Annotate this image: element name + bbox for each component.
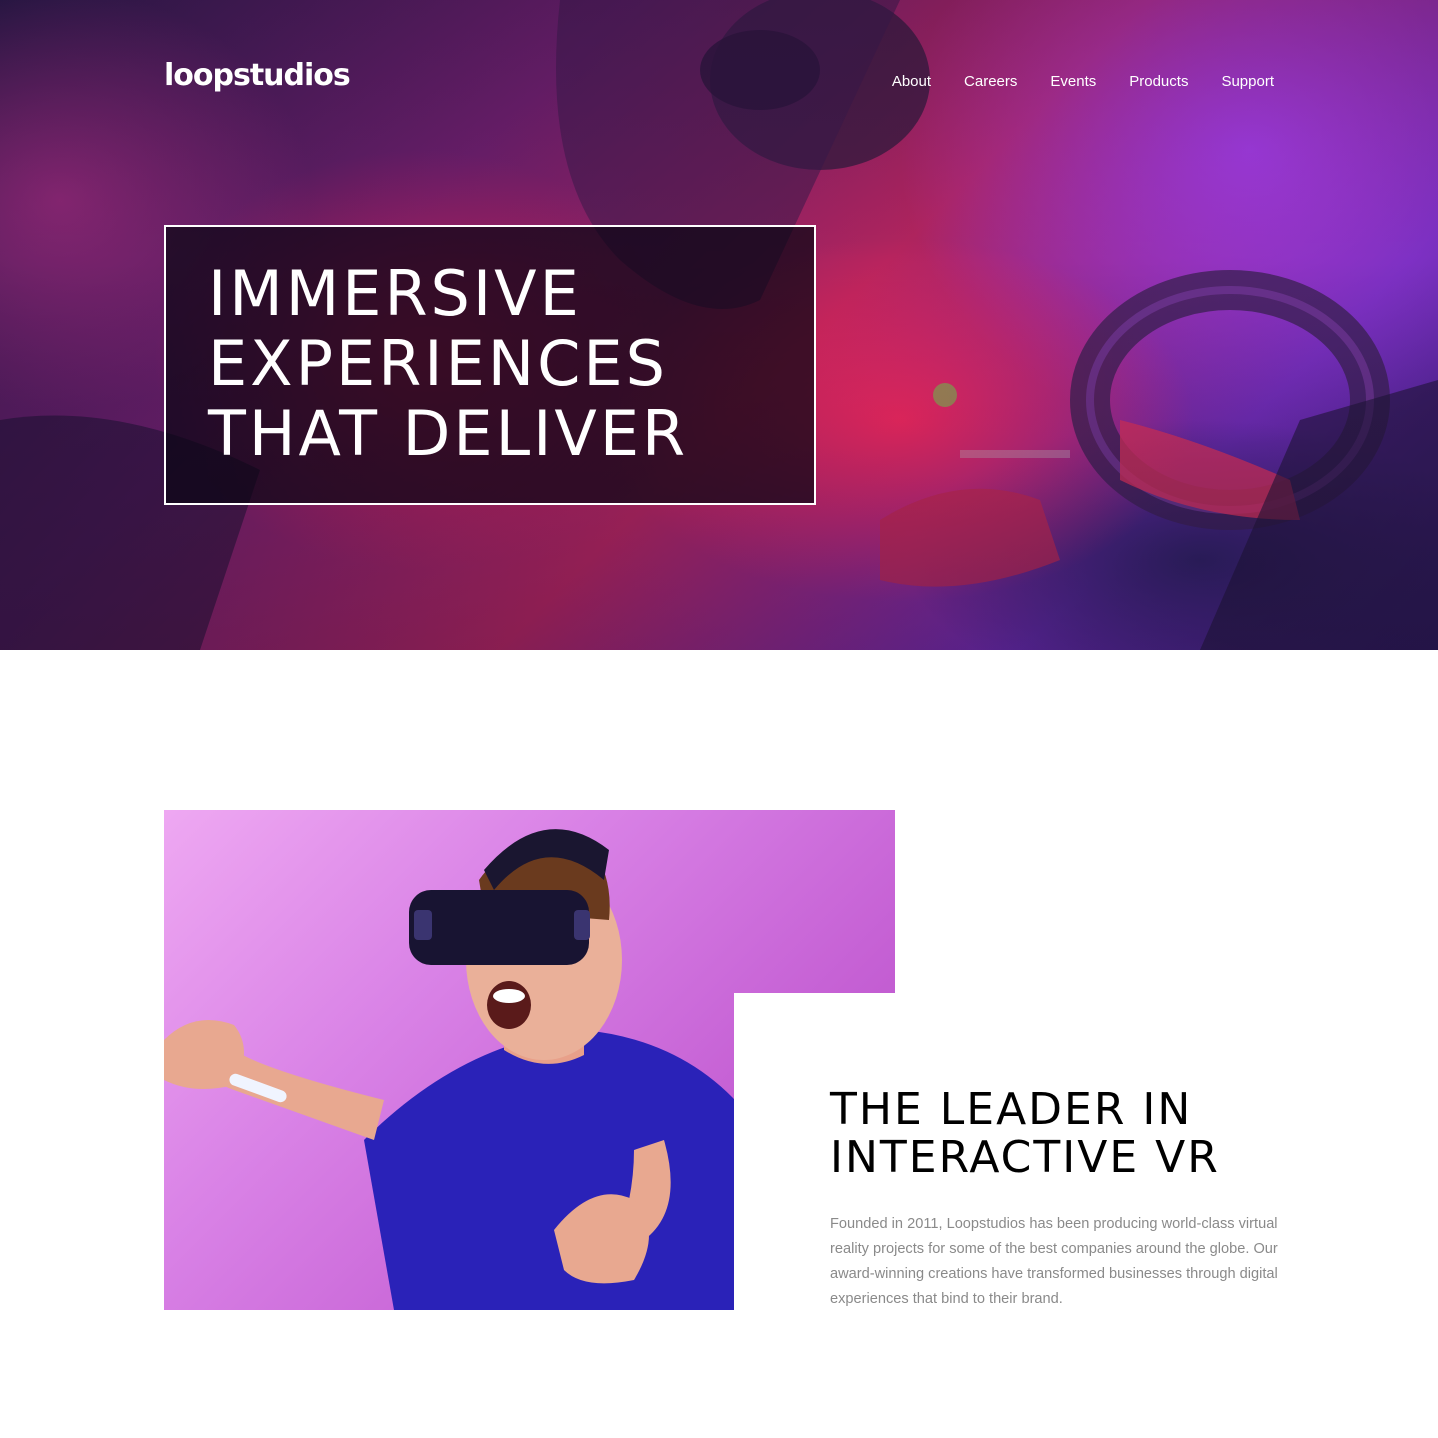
- hero-section: loopstudios About Careers Events Product…: [0, 0, 1438, 650]
- hero-title: IMMERSIVE EXPERIENCES THAT DELIVER: [208, 259, 814, 469]
- nav-link-about[interactable]: About: [892, 72, 931, 92]
- about-description: Founded in 2011, Loopstudios has been pr…: [830, 1216, 1278, 1307]
- nav-link-events[interactable]: Events: [1050, 72, 1096, 92]
- hero-title-line: THAT DELIVER: [208, 397, 689, 470]
- about-title: THE LEADER IN INTERACTIVE VR: [830, 1086, 1270, 1182]
- about-title-line: THE LEADER IN: [830, 1084, 1193, 1135]
- nav-link-careers[interactable]: Careers: [964, 72, 1017, 92]
- nav-link-products[interactable]: Products: [1129, 72, 1188, 92]
- main-nav: About Careers Events Products Support: [892, 72, 1274, 92]
- nav-link-support[interactable]: Support: [1221, 72, 1274, 92]
- hero-title-box: IMMERSIVE EXPERIENCES THAT DELIVER: [164, 225, 816, 505]
- hero-title-line: IMMERSIVE: [208, 257, 582, 330]
- logo[interactable]: loopstudios: [164, 58, 351, 93]
- about-title-line: INTERACTIVE VR: [830, 1132, 1220, 1183]
- hero-title-line: EXPERIENCES: [208, 327, 668, 400]
